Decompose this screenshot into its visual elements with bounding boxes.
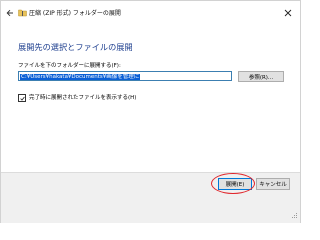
cancel-button[interactable]: キャンセル xyxy=(256,178,290,190)
browse-button[interactable]: 参照(R)... xyxy=(238,71,284,82)
close-icon xyxy=(284,9,292,17)
destination-path-input[interactable]: C:¥Users¥hakata¥Documents¥画像を管理に xyxy=(18,71,232,81)
back-button[interactable] xyxy=(6,9,14,17)
destination-label: ファイルを下のフォルダーに展開する(F): xyxy=(18,63,121,69)
close-button[interactable] xyxy=(282,7,294,19)
zip-folder-icon xyxy=(18,9,27,17)
back-arrow-icon xyxy=(6,9,13,17)
show-files-option[interactable]: 完了時に展開されたファイルを表示する(H) xyxy=(18,94,136,102)
checkmark-icon xyxy=(19,96,25,101)
show-files-checkbox[interactable] xyxy=(18,94,26,102)
show-files-label: 完了時に展開されたファイルを表示する(H) xyxy=(29,95,137,101)
extract-dialog-window: 圧縮 (ZIP 形式) フォルダーの展開 展開先の選択とファイルの展開 ファイル… xyxy=(0,0,301,223)
destination-path-value: C:¥Users¥hakata¥Documents¥画像を管理に xyxy=(20,74,141,80)
page-heading: 展開先の選択とファイルの展開 xyxy=(18,42,133,52)
resize-grip-icon[interactable] xyxy=(290,212,298,220)
extract-highlight-annotation xyxy=(211,173,255,194)
window-title: 圧縮 (ZIP 形式) フォルダーの展開 xyxy=(29,10,121,17)
